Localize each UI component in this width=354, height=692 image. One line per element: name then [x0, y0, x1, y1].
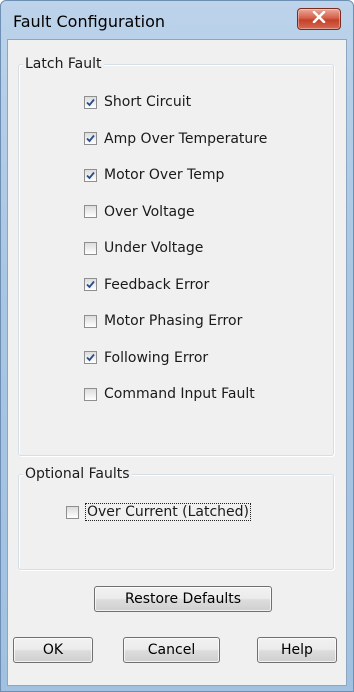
- checkbox-label: Following Error: [104, 349, 209, 366]
- window-title: Fault Configuration: [13, 12, 165, 31]
- checkbox-box[interactable]: [84, 132, 97, 145]
- optional-faults-legend: Optional Faults: [23, 465, 132, 483]
- latch-fault-group: Latch Fault Short Circuit Amp Over Temper…: [18, 55, 334, 456]
- optional-faults-group: Optional Faults Over Current (Latched): [18, 465, 334, 570]
- checkbox-motor-phasing-error[interactable]: Motor Phasing Error: [84, 311, 242, 331]
- checkmark-icon: [86, 134, 95, 143]
- checkbox-motor-over-temp[interactable]: Motor Over Temp: [84, 165, 224, 185]
- checkmark-icon: [86, 98, 95, 106]
- checkbox-label: Amp Over Temperature: [104, 130, 268, 147]
- checkbox-label: Over Current (Latched): [84, 503, 252, 521]
- checkbox-box[interactable]: [84, 241, 97, 255]
- close-icon: [312, 10, 326, 27]
- checkbox-label: Over Voltage: [104, 203, 195, 220]
- checkbox-command-input-fault[interactable]: Command Input Fault: [84, 384, 255, 404]
- checkbox-following-error[interactable]: Following Error: [84, 348, 208, 368]
- checkbox-label: Short Circuit: [104, 94, 192, 110]
- dialog-client-area: Latch Fault Short Circuit Amp Over Temper…: [7, 39, 347, 686]
- checkbox-box[interactable]: [84, 314, 97, 328]
- checkbox-under-voltage[interactable]: Under Voltage: [84, 238, 203, 258]
- help-button[interactable]: Help: [257, 637, 337, 663]
- dialog-window: Fault Configuration Latch Fault Short Ci…: [0, 0, 354, 692]
- latch-fault-legend: Latch Fault: [23, 55, 104, 73]
- checkbox-box[interactable]: [84, 168, 97, 182]
- checkbox-over-voltage[interactable]: Over Voltage: [84, 202, 195, 222]
- checkbox-amp-over-temperature[interactable]: Amp Over Temperature: [84, 129, 267, 149]
- checkbox-over-current-latched[interactable]: Over Current (Latched): [66, 502, 252, 522]
- close-button[interactable]: [297, 8, 341, 30]
- checkmark-icon: [86, 171, 95, 179]
- checkbox-box[interactable]: [84, 387, 97, 401]
- restore-defaults-button[interactable]: Restore Defaults: [94, 586, 272, 612]
- checkbox-label: Motor Over Temp: [104, 167, 225, 183]
- checkbox-feedback-error[interactable]: Feedback Error: [84, 275, 209, 295]
- checkbox-label: Feedback Error: [104, 276, 210, 293]
- checkmark-icon: [86, 280, 95, 289]
- checkbox-box[interactable]: [66, 505, 79, 519]
- checkbox-box[interactable]: [84, 95, 97, 109]
- cancel-button[interactable]: Cancel: [123, 637, 220, 663]
- checkbox-label: Under Voltage: [104, 240, 204, 256]
- checkmark-icon: [86, 353, 95, 362]
- checkbox-box[interactable]: [84, 205, 97, 218]
- checkbox-box[interactable]: [84, 351, 97, 364]
- checkbox-short-circuit[interactable]: Short Circuit: [84, 92, 191, 112]
- checkbox-label: Command Input Fault: [104, 386, 255, 402]
- checkbox-box[interactable]: [84, 278, 97, 291]
- checkbox-label: Motor Phasing Error: [104, 313, 243, 329]
- ok-button[interactable]: OK: [13, 637, 93, 663]
